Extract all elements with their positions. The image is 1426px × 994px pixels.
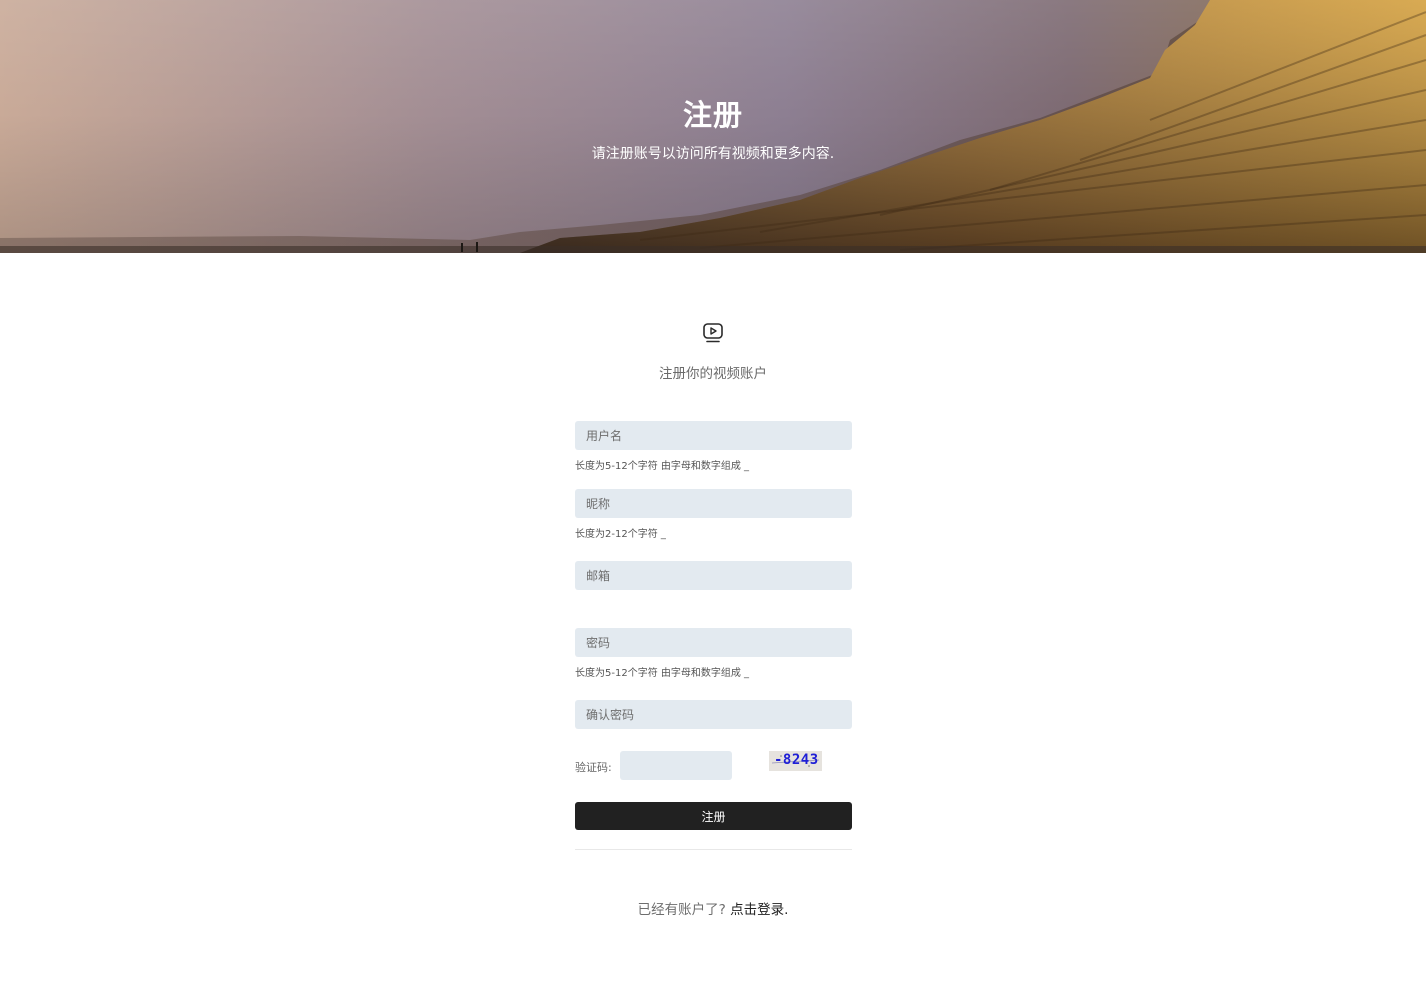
nickname-hint: 长度为2-12个字符 _ [575, 529, 666, 540]
captcha-label: 验证码: [575, 761, 612, 774]
page-subtitle: 请注册账号以访问所有视频和更多内容. [591, 146, 835, 162]
hero-banner: 注册 请注册账号以访问所有视频和更多内容. [0, 0, 1426, 253]
tv-play-icon [703, 323, 723, 343]
register-button[interactable]: 注册 [575, 802, 852, 830]
username-input[interactable] [575, 421, 852, 450]
email-input[interactable] [575, 561, 852, 590]
page-title: 注册 [682, 98, 743, 132]
password-input[interactable] [575, 628, 852, 657]
login-link[interactable]: 点击登录. [730, 902, 788, 918]
captcha-text: -8243 [774, 752, 819, 768]
username-hint: 长度为5-12个字符 由字母和数字组成 _ [575, 461, 750, 472]
divider [575, 849, 852, 850]
login-prompt-text: 已经有账户了? [637, 902, 726, 918]
password-hint: 长度为5-12个字符 由字母和数字组成 _ [575, 668, 750, 679]
captcha-input[interactable] [620, 751, 732, 780]
captcha-image[interactable]: -8243 [769, 751, 822, 771]
nickname-input[interactable] [575, 489, 852, 518]
confirm-password-input[interactable] [575, 700, 852, 729]
login-prompt: 已经有账户了? 点击登录. [0, 898, 1426, 918]
form-heading: 注册你的视频账户 [659, 366, 767, 382]
